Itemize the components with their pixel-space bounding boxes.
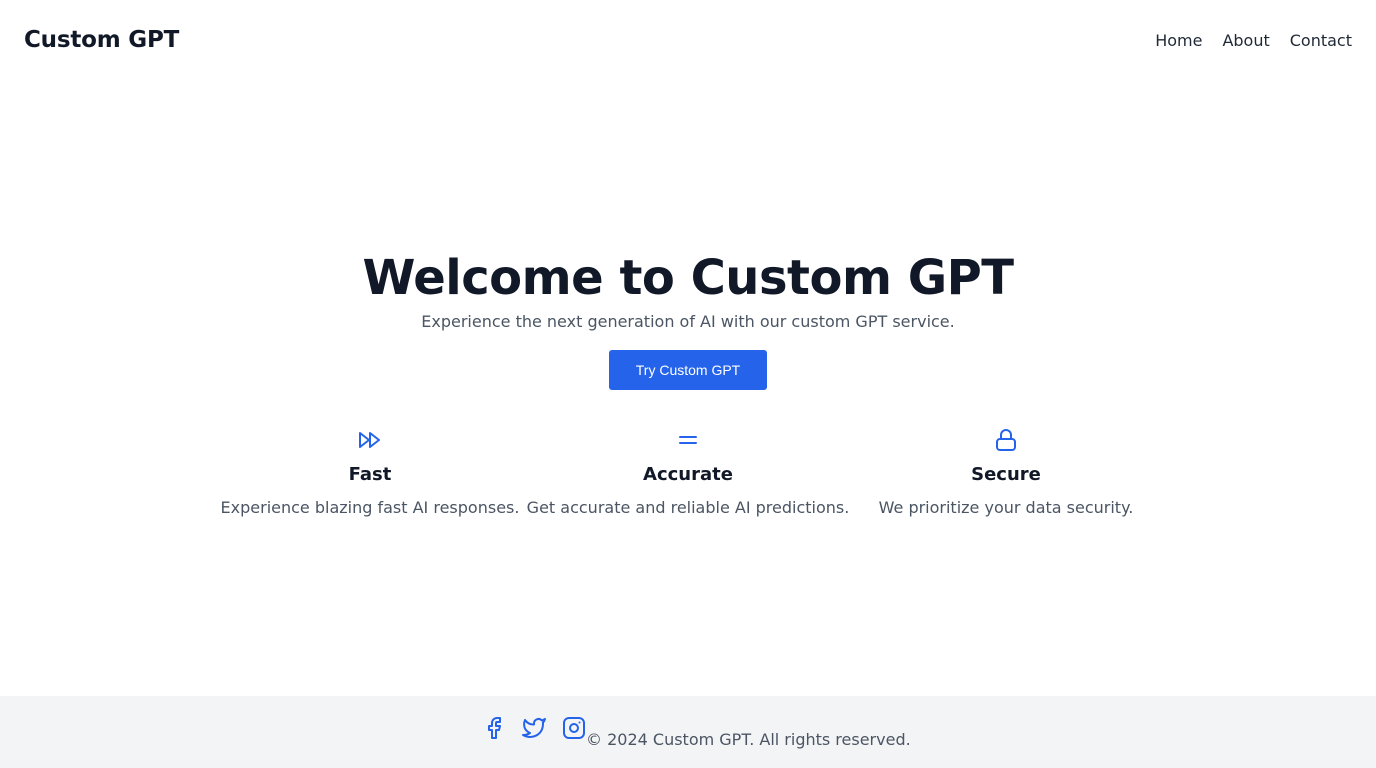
fast-forward-icon	[358, 428, 382, 456]
social-links	[482, 716, 586, 740]
facebook-icon[interactable]	[482, 716, 506, 740]
feature-title: Secure	[971, 464, 1041, 485]
nav-contact-link[interactable]: Contact	[1290, 31, 1352, 50]
feature-fast: Fast Experience blazing fast AI response…	[205, 428, 535, 518]
try-custom-gpt-button[interactable]: Try Custom GPT	[609, 350, 767, 390]
hero-title: Welcome to Custom GPT	[362, 250, 1014, 306]
feature-secure: Secure We prioritize your data security.	[841, 428, 1171, 518]
feature-title: Accurate	[643, 464, 733, 485]
feature-accurate: Accurate Get accurate and reliable AI pr…	[523, 428, 853, 518]
equals-icon	[676, 428, 700, 456]
instagram-icon[interactable]	[562, 716, 586, 740]
hero-section: Welcome to Custom GPT Experience the nex…	[0, 248, 1376, 390]
feature-title: Fast	[348, 464, 392, 485]
feature-description: Get accurate and reliable AI predictions…	[526, 498, 850, 517]
hero-subtitle: Experience the next generation of AI wit…	[421, 312, 955, 331]
page: Custom GPT Home About Contact Welcome to…	[0, 0, 1376, 768]
copyright-text: © 2024 Custom GPT. All rights reserved.	[586, 730, 911, 749]
nav-about-link[interactable]: About	[1222, 31, 1269, 50]
features-section: Fast Experience blazing fast AI response…	[0, 428, 1376, 538]
twitter-icon[interactable]	[522, 716, 546, 740]
site-footer: © 2024 Custom GPT. All rights reserved.	[0, 696, 1376, 768]
site-header: Custom GPT Home About Contact	[0, 0, 1376, 80]
feature-description: Experience blazing fast AI responses.	[220, 498, 520, 517]
feature-description: We prioritize your data security.	[878, 498, 1134, 517]
main-nav: Home About Contact	[1155, 31, 1352, 50]
lock-icon	[994, 428, 1018, 456]
brand-logo[interactable]: Custom GPT	[24, 27, 179, 53]
nav-home-link[interactable]: Home	[1155, 31, 1202, 50]
